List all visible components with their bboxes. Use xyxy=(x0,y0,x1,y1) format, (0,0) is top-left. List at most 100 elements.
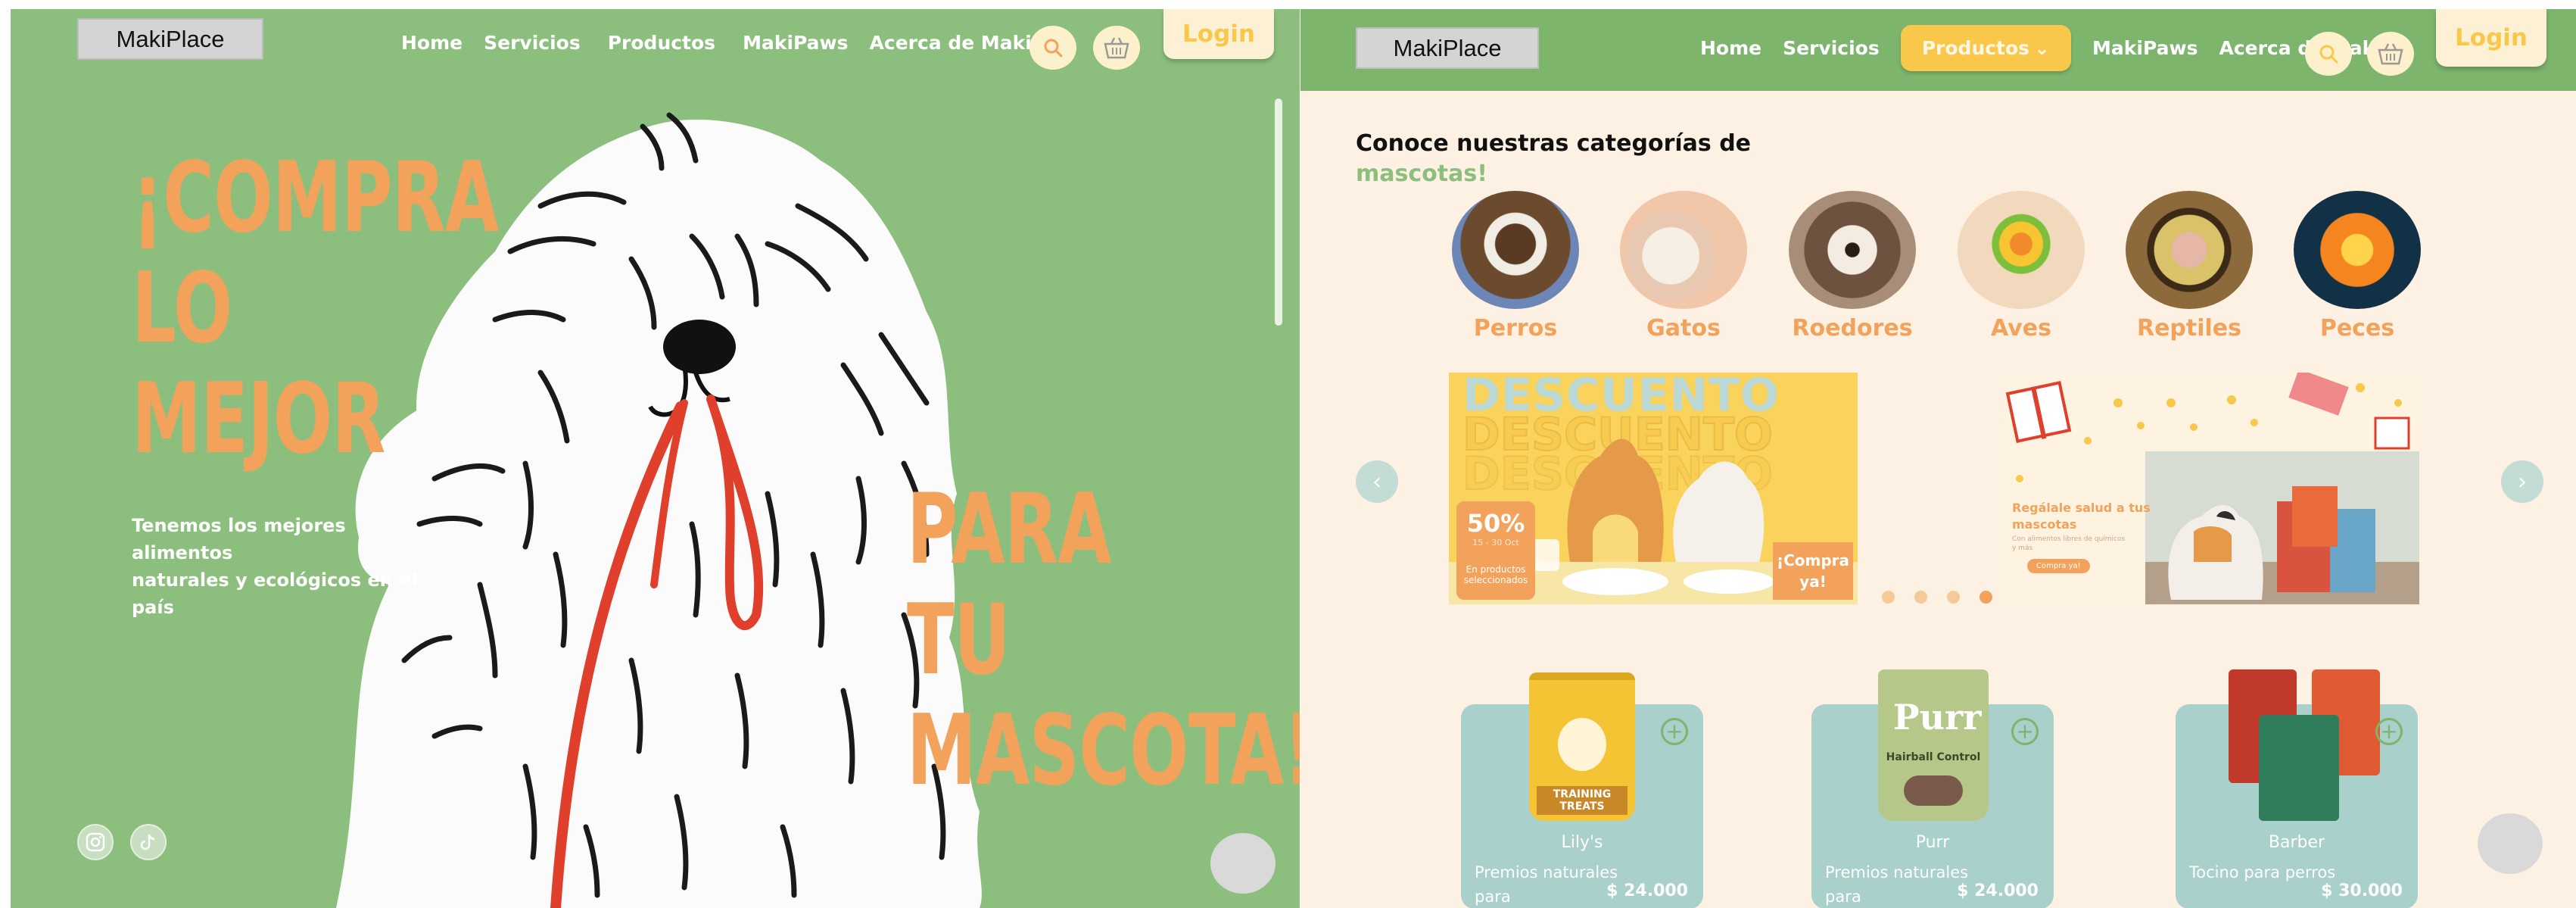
section-title-highlight: mascotas xyxy=(1356,161,1478,187)
chevron-left-icon: ‹ xyxy=(1372,468,1381,495)
discount-note: seleccionados xyxy=(1463,575,1528,585)
scrollbar[interactable] xyxy=(1275,98,1282,326)
carousel-dot[interactable] xyxy=(1947,591,1960,604)
carousel-dots xyxy=(1882,591,1992,604)
login-button[interactable]: Login xyxy=(2436,9,2546,67)
product-brand: Barber xyxy=(2268,833,2325,852)
product-price: $ 24.000 xyxy=(1606,881,1688,900)
chevron-down-icon: ⌄ xyxy=(2034,36,2051,59)
tiktok-button[interactable] xyxy=(130,824,167,860)
product-name: Premios naturales para perros xyxy=(1475,860,1626,908)
hero-line: MASCOTA! xyxy=(907,694,1300,807)
nav-servicios[interactable]: Servicios xyxy=(1783,37,1880,59)
hero-line: LO xyxy=(132,252,232,365)
chat-float-button[interactable] xyxy=(1210,833,1276,894)
pack-illustration xyxy=(1558,718,1606,771)
banner2-subtext-line: y más xyxy=(2012,544,2033,552)
hero-subtitle-line: Tenemos los mejores alimentos xyxy=(132,515,346,563)
cat-photo xyxy=(1620,191,1747,309)
product-card-purr[interactable]: Purr Hairball Control + Purr Premios nat… xyxy=(1811,669,2054,908)
promo-banner-discount[interactable]: DESCUENTO DESCUENTO DESCUENTO 50% 15 - 3… xyxy=(1449,373,1858,604)
nav-makipaws[interactable]: MakiPaws xyxy=(2092,37,2198,59)
discount-dates: 15 - 30 Oct xyxy=(1472,538,1519,548)
chevron-right-icon: › xyxy=(2518,468,2527,495)
product-brand: Lily's xyxy=(1561,833,1603,852)
banner2-headline-line: mascotas xyxy=(2012,517,2077,532)
banner2-buy-button[interactable]: Compra ya! xyxy=(2027,559,2090,573)
section-title-line: mascotas! xyxy=(1356,159,1751,189)
category-aves[interactable]: Aves xyxy=(1958,191,2085,342)
carousel-dot-active[interactable] xyxy=(1980,591,1992,604)
hero-line: MEJOR xyxy=(132,363,385,476)
category-label: Reptiles xyxy=(2136,315,2242,342)
category-perros[interactable]: Perros xyxy=(1452,191,1579,342)
category-label: Gatos xyxy=(1646,315,1721,342)
category-gatos[interactable]: Gatos xyxy=(1620,191,1747,342)
brand-logo[interactable]: MakiPlace xyxy=(1356,27,1539,69)
add-to-cart-icon[interactable]: + xyxy=(1661,718,1688,745)
product-name-line: Tocino para perros xyxy=(2189,863,2336,881)
gecko-photo xyxy=(2126,191,2253,309)
buy-now-label: ya! xyxy=(1799,573,1827,591)
category-roedores[interactable]: Roedores xyxy=(1789,191,1916,342)
lilys-pack-image: TRAINING TREATS xyxy=(1529,672,1635,821)
ferret-photo xyxy=(1789,191,1916,309)
product-card-barber[interactable]: + Barber Tocino para perros $ 30.000 xyxy=(2176,669,2418,908)
purr-pack-image: Purr Hairball Control xyxy=(1878,669,1989,821)
instagram-icon xyxy=(86,832,105,852)
nav-productos-active[interactable]: Productos ⌄ xyxy=(1900,24,2072,71)
fish-photo xyxy=(2294,191,2421,309)
hero-line: TU xyxy=(907,584,1011,697)
screenshot-stage: MakiPlace Home Servicios Productos MakiP… xyxy=(0,0,2576,908)
barber-packs-image xyxy=(2229,669,2380,821)
buy-now-button[interactable]: ¡Compra ya! xyxy=(1773,542,1853,600)
category-label: Peces xyxy=(2319,315,2395,342)
hero-title-left: ¡COMPRA LO MEJOR xyxy=(132,150,499,468)
cart-button[interactable] xyxy=(2367,32,2414,76)
banner2-subtext: Con alimentos libres de químicos y más xyxy=(2012,535,2125,553)
buy-now-label: ¡Compra xyxy=(1776,551,1850,569)
category-label: Aves xyxy=(1991,315,2051,342)
category-label: Perros xyxy=(1473,315,1558,342)
carousel-dot[interactable] xyxy=(1914,591,1927,604)
promo-banner-health[interactable]: Regálale salud a tus mascotas Con alimen… xyxy=(2004,373,2419,604)
hero-page: MakiPlace Home Servicios Productos MakiP… xyxy=(11,9,1300,908)
discount-badge: 50% 15 - 30 Oct En productos seleccionad… xyxy=(1456,501,1535,600)
add-to-cart-icon[interactable]: + xyxy=(2375,718,2403,745)
category-reptiles[interactable]: Reptiles xyxy=(2126,191,2253,342)
add-to-cart-icon[interactable]: + xyxy=(2011,718,2039,745)
pack-logo: Purr xyxy=(1893,697,1982,738)
section-title-line: Conoce nuestras categorías de xyxy=(1356,130,1752,157)
nav-home[interactable]: Home xyxy=(1700,37,1761,59)
pack-green xyxy=(2259,715,2339,821)
product-price: $ 24.000 xyxy=(1957,881,2039,900)
hero-subtitle-line: naturales y ecológicos en el país xyxy=(132,569,418,618)
product-card-lilys[interactable]: TRAINING TREATS + Lily's Premios natural… xyxy=(1461,672,1703,908)
banner2-subtext-line: Con alimentos libres de químicos xyxy=(2012,535,2126,543)
pack-label: Hairball Control xyxy=(1886,751,1981,763)
product-name: Premios naturales para gatos xyxy=(1825,860,1976,908)
carousel-prev-button[interactable]: ‹ xyxy=(1356,460,1398,503)
search-icon xyxy=(2319,45,2338,64)
category-peces[interactable]: Peces xyxy=(2294,191,2421,342)
hero-line: ¡COMPRA xyxy=(132,142,499,254)
catalog-page: MakiPlace Home Servicios Productos ⌄ Maki… xyxy=(1300,9,2576,908)
search-button[interactable] xyxy=(2305,32,2352,76)
product-brand: Purr xyxy=(1915,833,1950,852)
carousel-dot[interactable] xyxy=(1882,591,1895,604)
nav-acerca[interactable]: Acerca de Maki xyxy=(2219,37,2381,59)
category-label: Roedores xyxy=(1792,315,1913,342)
product-price: $ 30.000 xyxy=(2321,881,2403,900)
product-name: Tocino para perros xyxy=(2189,860,2341,885)
cart-icon xyxy=(2378,43,2403,65)
top-navbar: MakiPlace Home Servicios Productos ⌄ Maki… xyxy=(1300,9,2576,91)
pack-label: TRAINING TREATS xyxy=(1537,786,1628,815)
instagram-button[interactable] xyxy=(77,824,114,860)
product-name-line: Premios naturales para xyxy=(1475,863,1618,906)
bird-photo xyxy=(1958,191,2085,309)
carousel-next-button[interactable]: › xyxy=(2501,460,2543,503)
nav-productos-label: Productos xyxy=(1921,36,2030,59)
hero-line: PARA xyxy=(907,473,1112,586)
section-title-end: ! xyxy=(1477,161,1487,187)
chat-float-button[interactable] xyxy=(2478,813,2543,874)
